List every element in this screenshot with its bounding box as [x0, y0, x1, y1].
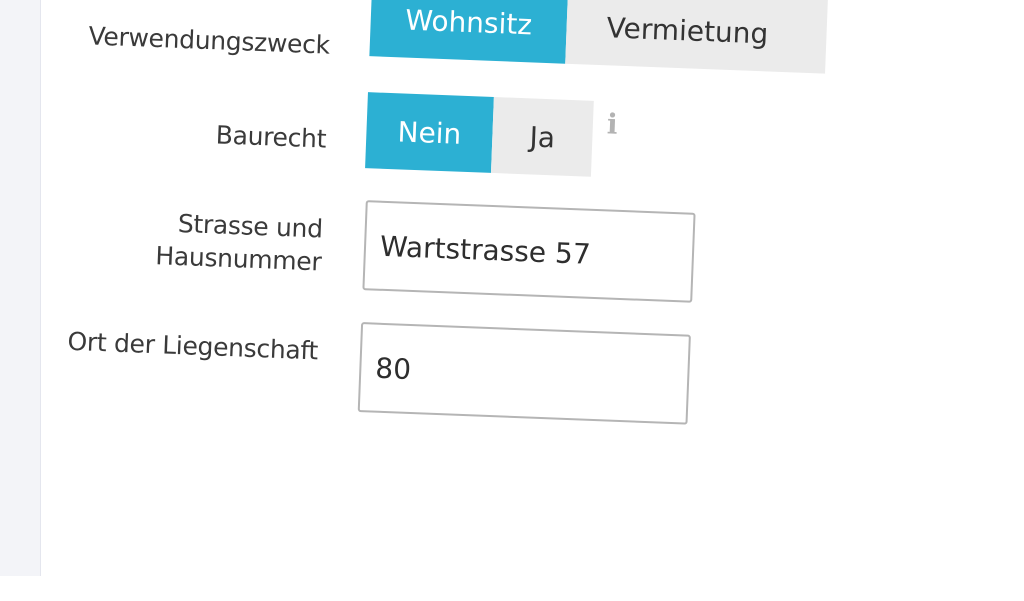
ja-option[interactable]: Ja [490, 96, 594, 177]
ort-input[interactable] [357, 322, 691, 425]
ort-label: Ort der Liegenschaft [67, 326, 319, 366]
strasse-input[interactable] [362, 200, 696, 303]
baurecht-toggle: Nein Ja [365, 92, 594, 177]
info-icon[interactable]: i [606, 107, 618, 140]
strasse-label: Strasse und Hausnummer [61, 203, 323, 279]
vermietung-option[interactable]: Vermietung [565, 0, 828, 74]
verwendungszweck-toggle: Wohnsitz Vermietung [369, 0, 828, 74]
baurecht-label: Baurecht [215, 120, 327, 154]
verwendungszweck-label: Verwendungszweck [88, 21, 331, 60]
wohnsitz-option[interactable]: Wohnsitz [369, 0, 569, 64]
property-form: Verwendungszweck Wohnsitz Vermietung Bau… [0, 0, 1024, 601]
nein-option[interactable]: Nein [365, 92, 494, 173]
